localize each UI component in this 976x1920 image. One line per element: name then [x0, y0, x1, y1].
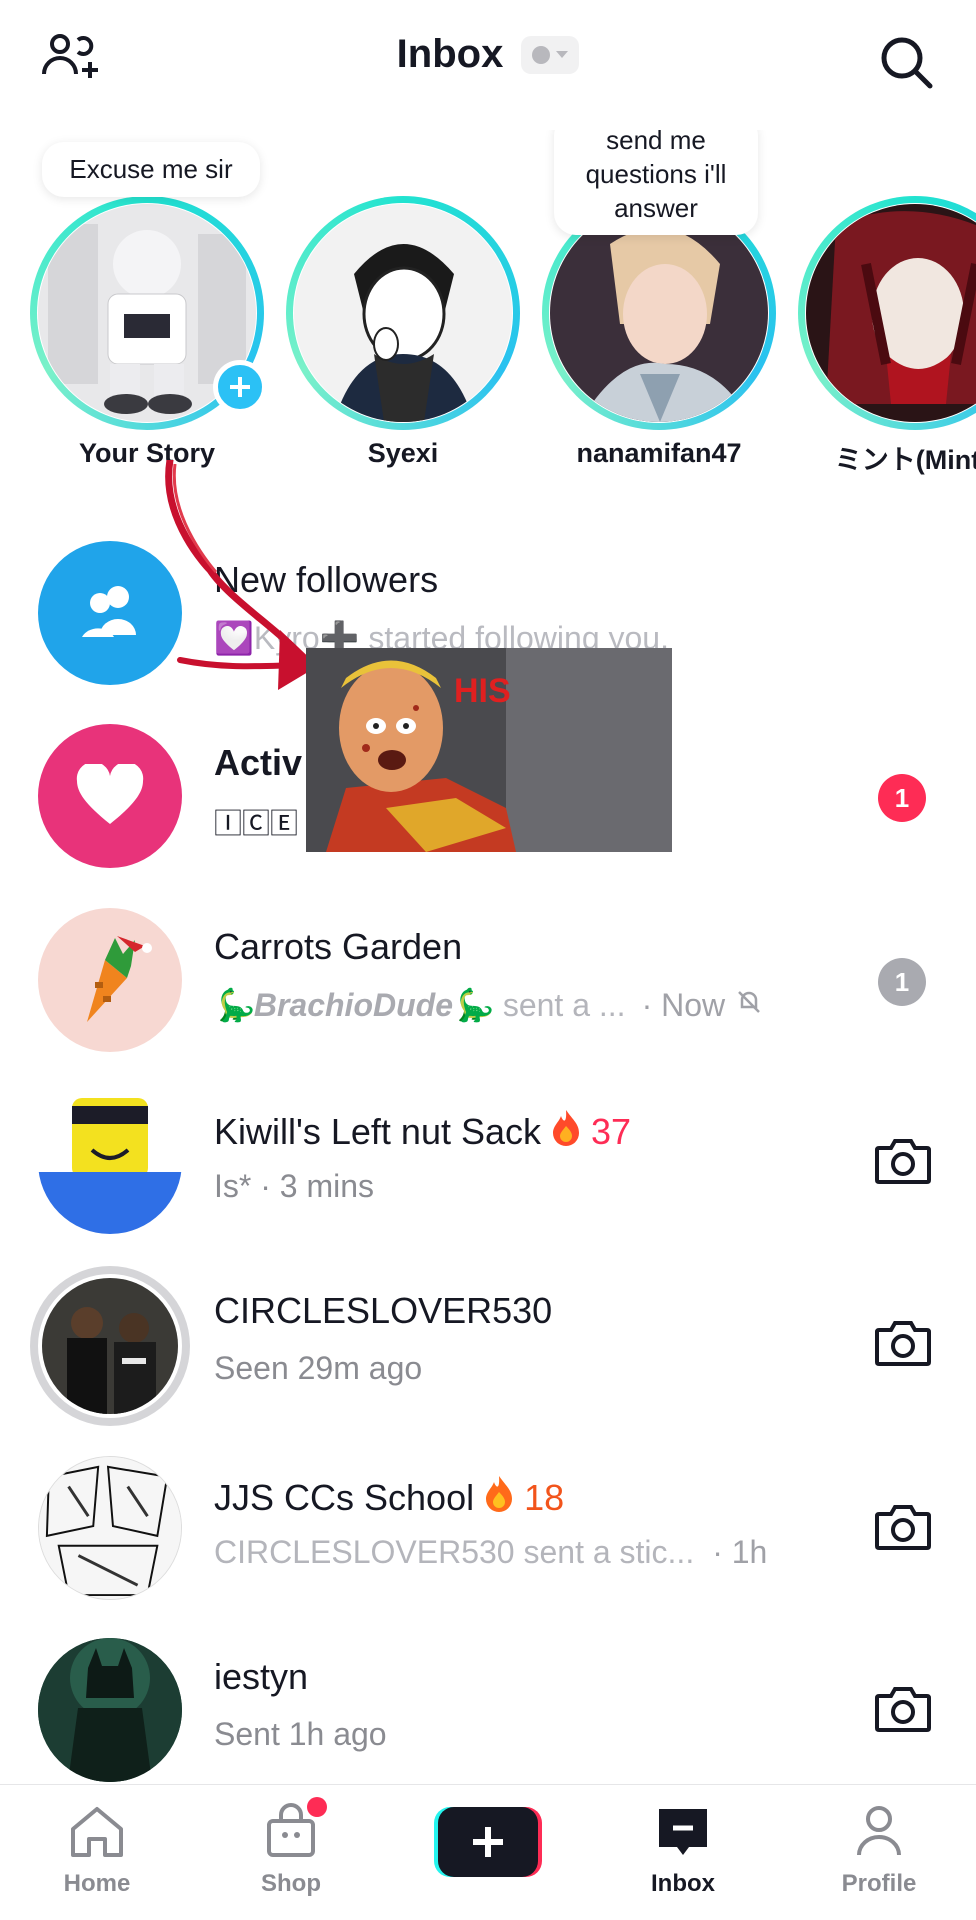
row-circleslover530[interactable]: CIRCLESLOVER530 Seen 29m ago	[0, 1266, 976, 1442]
story-syexi[interactable]: Syexi	[276, 130, 526, 470]
status-dot-icon	[532, 45, 551, 64]
nav-shop[interactable]: Shop	[216, 1797, 366, 1913]
streak-count: 18	[524, 1476, 565, 1518]
story-your-story[interactable]: Excuse me sir Your Story	[20, 130, 270, 470]
page-title: Inbox	[396, 32, 504, 76]
row-subtitle: CIRCLESLOVER530 sent a stic... · 1h	[214, 1534, 767, 1571]
nav-profile[interactable]: Profile	[804, 1803, 954, 1913]
shop-bag-icon	[261, 1797, 327, 1864]
muted-bell-icon	[735, 987, 763, 1024]
avatar	[30, 1266, 190, 1426]
avatar	[294, 204, 512, 422]
stories-carousel[interactable]: Excuse me sir Your Story Syexi send me q…	[0, 130, 976, 490]
row-subtitle: 🄸🄲🄴	[214, 808, 299, 839]
story-nanamifan47[interactable]: send me questions i'll answer nanamifan4…	[532, 130, 782, 470]
search-icon[interactable]	[874, 30, 938, 94]
unread-badge: 1	[878, 958, 926, 1006]
home-icon	[67, 1803, 127, 1864]
story-name: nanamifan47	[576, 438, 742, 468]
bottom-nav: Home Shop Inbox Profile	[0, 1784, 976, 1920]
add-story-button[interactable]	[213, 360, 267, 414]
row-title: Carrots Garden	[214, 926, 463, 967]
row-iestyn[interactable]: iestyn Sent 1h ago	[0, 1638, 976, 1808]
sender-name: 🦕BrachioDude🦕	[214, 987, 493, 1023]
video-overlay-thumbnail[interactable]: HIS	[306, 648, 672, 852]
row-subtitle: 🦕BrachioDude🦕 sent a ... · Now	[214, 986, 763, 1024]
row-subtitle: Seen 29m ago	[214, 1350, 423, 1386]
flame-icon	[482, 1474, 516, 1521]
streak-count: 37	[591, 1110, 632, 1152]
chat-name: JJS CCs School	[214, 1476, 475, 1518]
row-title: Activ	[214, 742, 303, 783]
unread-badge: 1	[878, 774, 926, 822]
story-bubble: Excuse me sir	[42, 142, 260, 198]
chevron-down-icon	[556, 51, 569, 58]
camera-icon[interactable]	[870, 1494, 936, 1560]
overlay-caption: HIS	[454, 672, 511, 710]
row-title: CIRCLESLOVER530	[214, 1290, 553, 1331]
flame-icon	[549, 1108, 583, 1155]
timestamp: · 1h	[712, 1534, 768, 1570]
chat-name: Kiwill's Left nut Sack	[214, 1110, 542, 1152]
annotation-arrow-icon	[165, 460, 318, 690]
avatar	[38, 1638, 182, 1782]
row-subtitle: Sent 1h ago	[214, 1716, 387, 1752]
row-title: Kiwill's Left nut Sack 37	[214, 1108, 631, 1155]
nav-label: Shop	[261, 1870, 321, 1897]
avatar	[38, 908, 182, 1052]
camera-icon[interactable]	[870, 1676, 936, 1742]
camera-icon[interactable]	[870, 1128, 936, 1194]
avatar	[550, 204, 768, 422]
row-kiwill[interactable]: Kiwill's Left nut Sack 37 Is* · 3 mins	[0, 1090, 976, 1260]
heart-icon	[38, 724, 182, 868]
status-dropdown[interactable]	[521, 35, 580, 74]
row-title: iestyn	[214, 1656, 309, 1697]
nav-label: Home	[63, 1870, 131, 1897]
inbox-icon	[653, 1803, 713, 1864]
nav-home[interactable]: Home	[22, 1803, 172, 1913]
row-jjs-ccs-school[interactable]: JJS CCs School 18 CIRCLESLOVER530 sent a…	[0, 1456, 976, 1626]
message-preview: CIRCLESLOVER530 sent a stic...	[214, 1534, 695, 1570]
message-preview: sent a ...	[502, 986, 626, 1023]
nav-label: Profile	[841, 1870, 917, 1897]
avatar	[38, 1456, 182, 1600]
story-name: ミント(Mintv	[834, 445, 976, 475]
create-button[interactable]	[434, 1807, 542, 1877]
row-subtitle: Is* · 3 mins	[214, 1168, 375, 1204]
notification-dot	[307, 1797, 327, 1817]
row-carrots-garden[interactable]: Carrots Garden 🦕BrachioDude🦕 sent a ... …	[0, 908, 976, 1078]
camera-icon[interactable]	[870, 1310, 936, 1376]
story-bubble-text: send me questions i'll answer	[585, 130, 727, 223]
avatar	[38, 1090, 182, 1234]
timestamp: · Now	[641, 986, 726, 1023]
inbox-header: Inbox	[0, 0, 976, 120]
nav-inbox[interactable]: Inbox	[608, 1803, 758, 1913]
nav-label: Inbox	[651, 1870, 715, 1897]
story-bubble: send me questions i'll answer	[554, 130, 758, 236]
row-title: JJS CCs School 18	[214, 1474, 564, 1521]
story-mint[interactable]: ミント(Mintv	[788, 130, 976, 475]
profile-icon	[849, 1803, 909, 1864]
